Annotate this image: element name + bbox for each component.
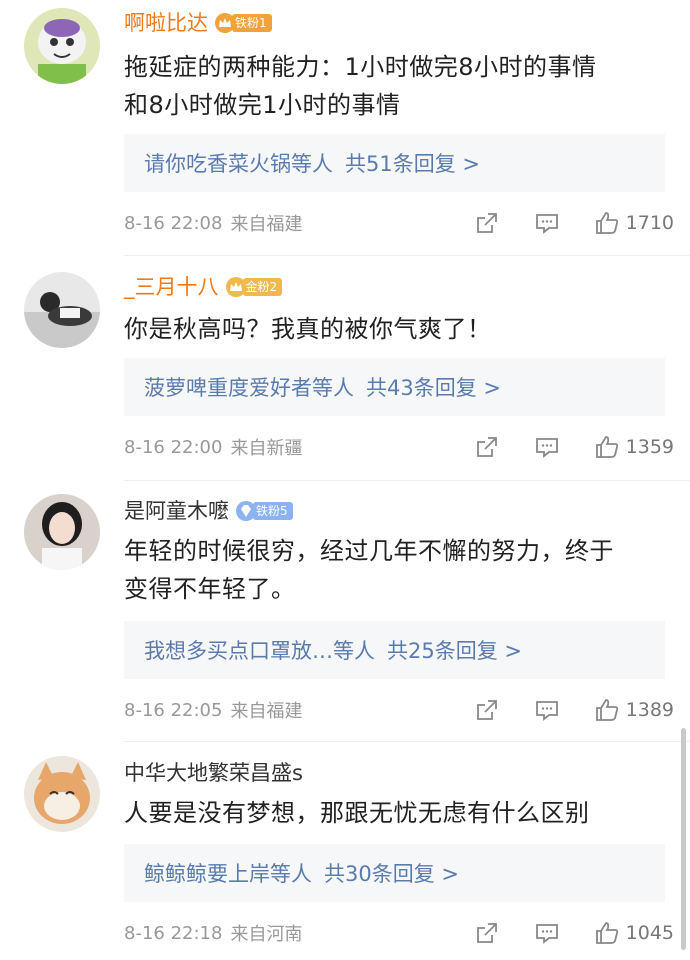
divider	[124, 480, 690, 481]
reply-count-link[interactable]: 共30条回复 >	[324, 858, 459, 888]
comment-icon[interactable]	[534, 210, 560, 236]
username[interactable]: 啊啦比达	[124, 8, 208, 38]
comment-text: 拖延症的两种能力：1小时做完8小时的事情 和8小时做完1小时的事情	[124, 48, 674, 124]
meta-row: 8-16 22:08 来自福建 1710	[124, 208, 674, 238]
divider	[124, 741, 690, 742]
name-row: 啊啦比达 铁粉1	[124, 8, 272, 38]
comment-text-line: 人要是没有梦想，那跟无忧无虑有什么区别	[124, 799, 590, 827]
meta-row: 8-16 22:18 来自河南 1045	[124, 918, 674, 948]
location: 来自福建	[230, 214, 303, 235]
timestamp: 8-16 22:08	[124, 212, 223, 234]
divider	[124, 255, 690, 256]
reply-preview-users: 我想多买点口罩放…等人	[144, 639, 375, 663]
name-row: _三月十八 金粉2	[124, 272, 283, 302]
username[interactable]: 中华大地繁荣昌盛s	[124, 758, 303, 788]
action-bar: 1710	[474, 208, 674, 238]
like-count: 1045	[625, 922, 674, 944]
timestamp: 8-16 22:00	[124, 436, 223, 458]
timestamp: 8-16 22:05	[124, 699, 223, 721]
thumbs-up-icon[interactable]	[594, 210, 620, 236]
comment-item: 是阿童木嚒 铁粉5 年轻的时候很穷，经过几年不懈的努力，终于 变得不年轻了。 我…	[0, 490, 690, 730]
like-count: 1389	[625, 699, 674, 721]
share-icon[interactable]	[474, 697, 500, 723]
share-icon[interactable]	[474, 210, 500, 236]
reply-preview-box[interactable]: 请你吃香菜火锅等人 共51条回复 >	[124, 134, 665, 192]
action-bar: 1359	[474, 432, 674, 462]
comment-icon[interactable]	[534, 920, 560, 946]
fan-badge: 铁粉1	[214, 12, 272, 34]
reply-preview-box[interactable]: 鲸鲸鲸要上岸等人 共30条回复 >	[124, 844, 665, 902]
share-icon[interactable]	[474, 434, 500, 460]
like-count: 1359	[625, 436, 674, 458]
reply-preview-users: 菠萝啤重度爱好者等人	[144, 376, 354, 400]
comment-text-line: 变得不年轻了。	[124, 575, 296, 603]
avatar[interactable]	[24, 8, 100, 84]
comment-item: _三月十八 金粉2 你是秋高吗？我真的被你气爽了！ 菠萝啤重度爱好者等人 共43…	[0, 264, 690, 479]
reply-preview-box[interactable]: 我想多买点口罩放…等人 共25条回复 >	[124, 621, 665, 679]
comment-text-line: 拖延症的两种能力：1小时做完8小时的事情	[124, 53, 597, 81]
timestamp: 8-16 22:18	[124, 922, 223, 944]
username[interactable]: _三月十八	[124, 272, 219, 302]
location: 来自新疆	[230, 438, 303, 459]
like-count: 1710	[625, 212, 674, 234]
fan-badge: 金粉2	[225, 276, 283, 298]
meta-row: 8-16 22:05 来自福建 1389	[124, 695, 674, 725]
fan-badge-label: 铁粉1	[232, 14, 272, 32]
action-bar: 1389	[474, 695, 674, 725]
comment-text: 你是秋高吗？我真的被你气爽了！	[124, 310, 674, 348]
comment-text-line: 你是秋高吗？我真的被你气爽了！	[124, 315, 492, 343]
reply-preview-users: 鲸鲸鲸要上岸等人	[144, 862, 312, 886]
thumbs-up-icon[interactable]	[594, 434, 620, 460]
avatar[interactable]	[24, 494, 100, 570]
comment-text-line: 年轻的时候很穷，经过几年不懈的努力，终于	[124, 537, 614, 565]
action-bar: 1045	[474, 918, 674, 948]
comment-item: 啊啦比达 铁粉1 拖延症的两种能力：1小时做完8小时的事情 和8小时做完1小时的…	[0, 0, 690, 250]
fan-badge-label: 金粉2	[242, 278, 283, 296]
reply-count-link[interactable]: 共51条回复 >	[345, 148, 480, 178]
username[interactable]: 是阿童木嚒	[124, 496, 229, 526]
location: 来自福建	[230, 701, 303, 722]
comment-item: 中华大地繁荣昌盛s 人要是没有梦想，那跟无忧无虑有什么区别 鲸鲸鲸要上岸等人 共…	[0, 752, 690, 960]
thumbs-up-icon[interactable]	[594, 920, 620, 946]
comment-text: 人要是没有梦想，那跟无忧无虑有什么区别	[124, 794, 674, 832]
meta-row: 8-16 22:00 来自新疆 1359	[124, 432, 674, 462]
fan-badge: 铁粉5	[235, 500, 293, 522]
fan-badge-label: 铁粉5	[253, 502, 293, 520]
comment-icon[interactable]	[534, 697, 560, 723]
name-row: 是阿童木嚒 铁粉5	[124, 496, 293, 526]
reply-count-link[interactable]: 共25条回复 >	[387, 635, 522, 665]
reply-preview-box[interactable]: 菠萝啤重度爱好者等人 共43条回复 >	[124, 358, 665, 416]
share-icon[interactable]	[474, 920, 500, 946]
location: 来自河南	[230, 924, 303, 945]
thumbs-up-icon[interactable]	[594, 697, 620, 723]
avatar[interactable]	[24, 756, 100, 832]
reply-count-link[interactable]: 共43条回复 >	[366, 372, 501, 402]
scrollbar[interactable]	[681, 728, 686, 950]
comment-text-line: 和8小时做完1小时的事情	[124, 91, 401, 119]
name-row: 中华大地繁荣昌盛s	[124, 758, 303, 788]
comment-text: 年轻的时候很穷，经过几年不懈的努力，终于 变得不年轻了。	[124, 532, 674, 608]
avatar[interactable]	[24, 272, 100, 348]
comment-icon[interactable]	[534, 434, 560, 460]
reply-preview-users: 请你吃香菜火锅等人	[144, 152, 333, 176]
